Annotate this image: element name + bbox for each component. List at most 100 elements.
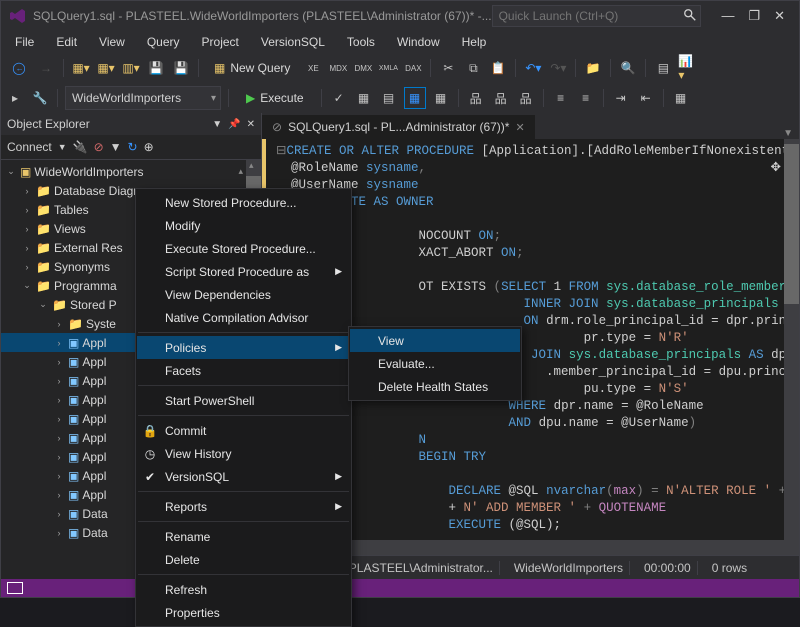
editor-tab-active[interactable]: ⊘ SQLQuery1.sql - PL...Administrator (67… (262, 115, 535, 139)
tree-item[interactable]: Data (82, 507, 107, 521)
tree-item[interactable]: Appl (82, 431, 106, 445)
editor-scrollbar[interactable] (784, 139, 799, 540)
tree-folder[interactable]: Views (54, 222, 86, 236)
new-query-button[interactable]: ▦New Query (206, 56, 298, 80)
context-item[interactable]: Execute Stored Procedure... (137, 237, 350, 260)
context-item[interactable]: Rename (137, 525, 350, 548)
open-button[interactable]: ▦▾ (96, 58, 116, 78)
copy-button[interactable]: ⧉ (463, 58, 483, 78)
stop-button[interactable]: ⊘ (94, 140, 104, 154)
menu-window[interactable]: Window (387, 32, 450, 52)
tree-item[interactable]: Appl (82, 393, 106, 407)
context-item[interactable]: 🔒Commit (137, 419, 350, 442)
database-dropdown[interactable]: WideWorldImporters (65, 86, 221, 110)
window-layout-icon[interactable] (7, 582, 23, 594)
registered-button[interactable]: ▤ (653, 58, 673, 78)
menu-edit[interactable]: Edit (46, 32, 87, 52)
panel-pin-icon[interactable]: 📌 (228, 119, 240, 130)
context-item[interactable]: ◷View History (137, 442, 350, 465)
estimated-plan-button[interactable]: 品 (466, 88, 486, 108)
context-item[interactable]: Properties (137, 601, 350, 624)
menu-view[interactable]: View (89, 32, 135, 52)
context-item[interactable]: Modify (137, 214, 350, 237)
dax-button[interactable]: DAX (403, 58, 423, 78)
restore-button[interactable]: ❐ (748, 8, 760, 24)
quick-launch-input[interactable] (492, 5, 702, 27)
disconnect-button[interactable]: 🔌 (73, 140, 88, 154)
menu-query[interactable]: Query (137, 32, 190, 52)
context-item[interactable]: Policies▶ (137, 336, 350, 359)
activity-button[interactable]: 📊▾ (678, 58, 698, 78)
menu-help[interactable]: Help (452, 32, 497, 52)
tree-folder[interactable]: Synonyms (54, 260, 110, 274)
tree-filter-icon[interactable]: ▴ (238, 166, 243, 177)
comment-button[interactable]: ≡ (551, 88, 571, 108)
menu-tools[interactable]: Tools (337, 32, 385, 52)
submenu-item-delete[interactable]: Delete Health States (350, 375, 520, 398)
tree-folder-sp[interactable]: Stored P (70, 298, 117, 312)
minimize-button[interactable]: ― (721, 8, 734, 24)
close-button[interactable]: ✕ (774, 8, 785, 24)
context-item[interactable]: Reports▶ (137, 495, 350, 518)
folder-button[interactable]: 📁 (583, 58, 603, 78)
tree-item[interactable]: Appl (82, 355, 106, 369)
tree-item[interactable]: Appl (82, 488, 106, 502)
menu-project[interactable]: Project (192, 32, 249, 52)
indent-button[interactable]: ⇥ (611, 88, 631, 108)
tree-folder[interactable]: Tables (54, 203, 89, 217)
refresh-button[interactable]: ↻ (128, 140, 138, 154)
live-stats-button[interactable]: 品 (491, 88, 511, 108)
check-button[interactable]: ✓ (329, 88, 349, 108)
panel-close-icon[interactable]: ✕ (247, 119, 255, 130)
quick-launch[interactable] (492, 5, 702, 27)
open-file-button[interactable]: ▥▾ (121, 58, 141, 78)
submenu-item-view[interactable]: View (350, 329, 520, 352)
menu-versionsql[interactable]: VersionSQL (251, 32, 335, 52)
xmla2-button[interactable]: XMLA (378, 58, 398, 78)
save-all-button[interactable]: 💾 (171, 58, 191, 78)
solution-config-button[interactable]: ▸ (5, 88, 25, 108)
results-text-button[interactable]: ▤ (379, 88, 399, 108)
execute-button[interactable]: ▶ Execute (236, 86, 314, 110)
context-item[interactable]: New Stored Procedure... (137, 191, 350, 214)
dmx-button[interactable]: DMX (353, 58, 373, 78)
new-button[interactable]: ▦▾ (71, 58, 91, 78)
tab-close-icon[interactable]: ✕ (515, 121, 524, 134)
tree-item-selected[interactable]: Appl (82, 336, 106, 350)
tab-pin-icon[interactable]: ⊘ (272, 120, 282, 134)
filter-button[interactable]: ▼ (110, 140, 122, 154)
xmla-button[interactable]: XE (303, 58, 323, 78)
tree-folder[interactable]: External Res (54, 241, 123, 255)
panel-dropdown-icon[interactable]: ▼ (212, 119, 222, 130)
activity-monitor-button[interactable]: ⊕ (144, 140, 154, 154)
undo-button[interactable]: ↶▾ (523, 58, 543, 78)
tree-folder[interactable]: Programma (54, 279, 117, 293)
cut-button[interactable]: ✂ (438, 58, 458, 78)
outdent-button[interactable]: ⇤ (636, 88, 656, 108)
specify-values-button[interactable]: ▦ (671, 88, 691, 108)
search-icon[interactable] (683, 8, 697, 22)
tree-item[interactable]: Appl (82, 412, 106, 426)
find-button[interactable]: 🔍 (618, 58, 638, 78)
context-item[interactable]: Delete (137, 548, 350, 571)
nav-back-button[interactable]: ◯← (5, 58, 31, 78)
tree-db-node[interactable]: WideWorldImporters (34, 165, 143, 179)
tree-item[interactable]: Data (82, 526, 107, 540)
include-plan-button[interactable]: ▦ (431, 88, 451, 108)
results-grid-button[interactable]: ▦ (354, 88, 374, 108)
split-icon[interactable]: ✥ (771, 160, 781, 177)
tree-item[interactable]: Appl (82, 450, 106, 464)
redo-button[interactable]: ↷▾ (548, 58, 568, 78)
stats-button[interactable]: 品 (516, 88, 536, 108)
context-item[interactable]: Start PowerShell (137, 389, 350, 412)
submenu-item-evaluate[interactable]: Evaluate... (350, 352, 520, 375)
paste-button[interactable]: 📋 (488, 58, 508, 78)
parse-button[interactable]: 🔧 (30, 88, 50, 108)
context-item[interactable]: Script Stored Procedure as▶ (137, 260, 350, 283)
context-item[interactable]: View Dependencies (137, 283, 350, 306)
tab-dropdown-icon[interactable]: ▼ (777, 128, 799, 139)
nav-fwd-button[interactable]: → (36, 58, 56, 78)
editor-scrollbar-thumb[interactable] (784, 144, 799, 304)
context-item[interactable]: Native Compilation Advisor (137, 306, 350, 329)
tree-item[interactable]: Appl (82, 469, 106, 483)
